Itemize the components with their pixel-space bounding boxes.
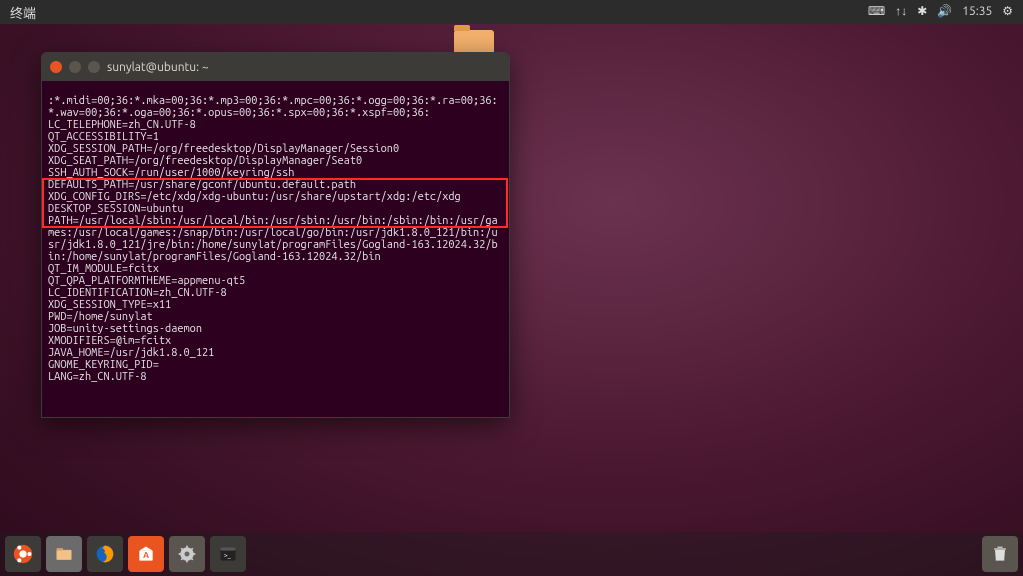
files-icon <box>54 544 74 564</box>
term-line: JAVA_HOME=/usr/jdk1.8.0_121 <box>48 347 214 359</box>
term-line: LC_TELEPHONE=zh_CN.UTF-8 <box>48 119 196 131</box>
term-line: LC_IDENTIFICATION=zh_CN.UTF-8 <box>48 287 227 299</box>
term-line: QT_QPA_PLATFORMTHEME=appmenu-qt5 <box>48 275 245 287</box>
term-line: :*.midi=00;36:*.mka=00;36:*.mp3=00;36:*.… <box>48 95 498 119</box>
terminal-button[interactable]: >_ <box>210 536 246 572</box>
terminal-body[interactable]: :*.midi=00;36:*.mka=00;36:*.mp3=00;36:*.… <box>42 81 509 417</box>
gear-icon[interactable]: ⚙ <box>1002 6 1013 18</box>
menubar-app-name: 终端 <box>10 3 36 22</box>
firefox-icon <box>95 544 115 564</box>
term-line: QT_IM_MODULE=fcitx <box>48 263 159 275</box>
top-menubar: 终端 ⌨ ↑↓ ✱ 🔊 15:35 ⚙ <box>0 0 1023 24</box>
minimize-icon[interactable] <box>69 61 81 73</box>
term-line: XDG_CONFIG_DIRS=/etc/xdg/xdg-ubuntu:/usr… <box>48 191 461 203</box>
trash-button[interactable] <box>982 536 1018 572</box>
term-line: QT_ACCESSIBILITY=1 <box>48 131 159 143</box>
term-line: PWD=/home/sunylat <box>48 311 153 323</box>
network-indicator[interactable]: ↑↓ <box>895 6 907 18</box>
term-line: GNOME_KEYRING_PID= <box>48 359 159 371</box>
svg-text:A: A <box>143 550 149 560</box>
software-icon: A <box>136 544 156 564</box>
terminal-window[interactable]: sunylat@ubuntu: ~ :*.midi=00;36:*.mka=00… <box>41 52 510 418</box>
software-button[interactable]: A <box>128 536 164 572</box>
term-line: JOB=unity-settings-daemon <box>48 323 202 335</box>
ubuntu-icon <box>12 543 34 565</box>
term-line: XMODIFIERS=@im=fcitx <box>48 335 171 347</box>
window-title: sunylat@ubuntu: ~ <box>107 61 209 74</box>
term-line: SSH_AUTH_SOCK=/run/user/1000/keyring/ssh <box>48 167 294 179</box>
bluetooth-indicator[interactable]: ✱ <box>917 6 927 18</box>
close-icon[interactable] <box>50 61 62 73</box>
window-titlebar[interactable]: sunylat@ubuntu: ~ <box>42 53 509 81</box>
term-line: DEFAULTS_PATH=/usr/share/gconf/ubuntu.de… <box>48 179 356 191</box>
settings-button[interactable] <box>169 536 205 572</box>
time-indicator[interactable]: 15:35 <box>962 6 992 18</box>
term-line: DESKTOP_SESSION=ubuntu <box>48 203 184 215</box>
dash-button[interactable] <box>5 536 41 572</box>
trash-icon <box>990 544 1010 564</box>
term-line: XDG_SEAT_PATH=/org/freedesktop/DisplayMa… <box>48 155 362 167</box>
svg-text:>_: >_ <box>224 552 232 559</box>
term-line: LANG=zh_CN.UTF-8 <box>48 371 147 383</box>
terminal-icon: >_ <box>218 544 238 564</box>
launcher-dock: A >_ <box>0 532 1023 576</box>
settings-icon <box>177 544 197 564</box>
term-line: PATH=/usr/local/sbin:/usr/local/bin:/usr… <box>48 215 498 263</box>
firefox-button[interactable] <box>87 536 123 572</box>
volume-indicator[interactable]: 🔊 <box>937 6 952 18</box>
keyboard-indicator[interactable]: ⌨ <box>868 6 885 18</box>
files-button[interactable] <box>46 536 82 572</box>
term-line: XDG_SESSION_PATH=/org/freedesktop/Displa… <box>48 143 399 155</box>
term-line: XDG_SESSION_TYPE=x11 <box>48 299 171 311</box>
maximize-icon[interactable] <box>88 61 100 73</box>
